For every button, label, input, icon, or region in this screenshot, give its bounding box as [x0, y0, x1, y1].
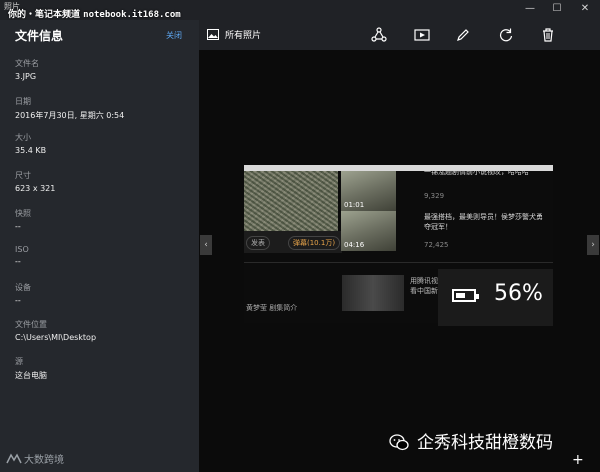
- watermark-top: 你的・笔记本频道 notebook.it168.com: [8, 7, 181, 20]
- all-photos-label: 所有照片: [225, 31, 262, 41]
- panel-title: 文件信息: [15, 29, 64, 43]
- field-value: 2016年7月30日, 星期六 0:54: [15, 111, 125, 120]
- field-label: 文件位置: [15, 320, 47, 329]
- watermark-url: notebook.it168.com: [83, 10, 181, 20]
- battery-terminal: [476, 294, 479, 299]
- video-duration: 01:01: [344, 201, 365, 209]
- field-value: 3.JPG: [15, 72, 37, 81]
- photo-viewer: ‹ › 发表 弹幕(10.1万) 01:01 一锦泓题剧情前小说视叹，哈哈哈 9…: [199, 50, 600, 472]
- watermark-site: 你的・笔记本频道: [8, 10, 81, 20]
- share-icon[interactable]: [371, 27, 387, 43]
- field-iso: ISO --: [15, 245, 29, 266]
- edit-icon[interactable]: [455, 27, 471, 43]
- field-value: --: [15, 296, 21, 305]
- battery-percent: 56%: [494, 281, 543, 306]
- ad-image: [342, 275, 404, 311]
- previous-photo-button[interactable]: ‹: [200, 235, 212, 255]
- brand-logo-icon: [6, 453, 22, 465]
- maximize-button[interactable]: ☐: [549, 2, 565, 16]
- plus-icon: +: [572, 452, 584, 468]
- field-value: 623 x 321: [15, 184, 56, 193]
- all-photos-button[interactable]: 所有照片: [207, 28, 261, 43]
- cast-line: 黄梦莹 剧集简介: [246, 304, 298, 312]
- delete-icon[interactable]: [540, 27, 556, 43]
- field-device: 设备 --: [15, 282, 31, 305]
- field-value: --: [15, 222, 21, 231]
- field-value: C:\Users\MI\Desktop: [15, 333, 97, 342]
- field-filename: 文件名 3.JPG: [15, 58, 39, 81]
- divider: [244, 262, 553, 263]
- field-label: 尺寸: [15, 171, 31, 180]
- file-info-panel: 文件信息 关闭 文件名 3.JPG 日期 2016年7月30日, 星期六 0:5…: [0, 20, 199, 472]
- field-label: 日期: [15, 97, 31, 106]
- rotate-icon[interactable]: [498, 27, 514, 43]
- video-meta: 72,425: [424, 241, 449, 249]
- field-label: ISO: [15, 245, 29, 254]
- field-source: 源 这台电脑: [15, 356, 47, 381]
- video-title: 一锦泓题剧情前小说视叹，哈哈哈: [424, 168, 529, 176]
- field-snapshot: 快照 --: [15, 208, 31, 231]
- field-location: 文件位置 C:\Users\MI\Desktop: [15, 319, 96, 342]
- field-label: 大小: [15, 133, 31, 142]
- close-window-button[interactable]: ✕: [577, 2, 593, 16]
- field-value: --: [15, 257, 21, 266]
- battery-overlay: 56%: [438, 269, 553, 326]
- video-meta: 9,329: [424, 192, 445, 200]
- video-thumbnail: 04:16: [341, 211, 396, 251]
- video-thumbnail: 01:01: [341, 171, 396, 211]
- minimize-button[interactable]: —: [522, 2, 538, 16]
- tags-bar: 发表 弹幕(10.1万): [244, 231, 342, 253]
- image-icon: [207, 29, 219, 43]
- watermark-brand: 大数跨境: [24, 455, 64, 466]
- field-label: 文件名: [15, 59, 39, 68]
- tag-post: 发表: [246, 236, 270, 250]
- video-duration: 04:16: [344, 241, 365, 249]
- battery-fill: [456, 293, 465, 298]
- field-label: 设备: [15, 283, 31, 292]
- watermark-bottom-left: 大数跨境: [6, 451, 64, 466]
- watermark-text: 企秀科技甜橙数码: [417, 433, 553, 453]
- field-value: 35.4 KB: [15, 146, 47, 155]
- battery-icon: [452, 289, 479, 302]
- field-size: 大小 35.4 KB: [15, 132, 46, 155]
- watermark-bottom-right: 企秀科技甜橙数码: [389, 428, 553, 456]
- field-label: 快照: [15, 209, 31, 218]
- photo-toolbar: 所有照片: [199, 20, 600, 50]
- field-value: 这台电脑: [15, 371, 47, 380]
- wechat-icon: [389, 434, 409, 456]
- tag-danmaku: 弹幕(10.1万): [288, 236, 341, 250]
- field-date: 日期 2016年7月30日, 星期六 0:54: [15, 96, 124, 121]
- field-label: 源: [15, 357, 23, 366]
- field-dimensions: 尺寸 623 x 321: [15, 170, 55, 193]
- close-panel-button[interactable]: 关闭: [166, 30, 182, 41]
- video-still: [244, 171, 338, 231]
- slideshow-icon[interactable]: [414, 27, 430, 43]
- video-title: 最强搭档，最美则导员！侯梦莎警犬勇夺冠军！: [424, 213, 543, 231]
- next-photo-button[interactable]: ›: [587, 235, 599, 255]
